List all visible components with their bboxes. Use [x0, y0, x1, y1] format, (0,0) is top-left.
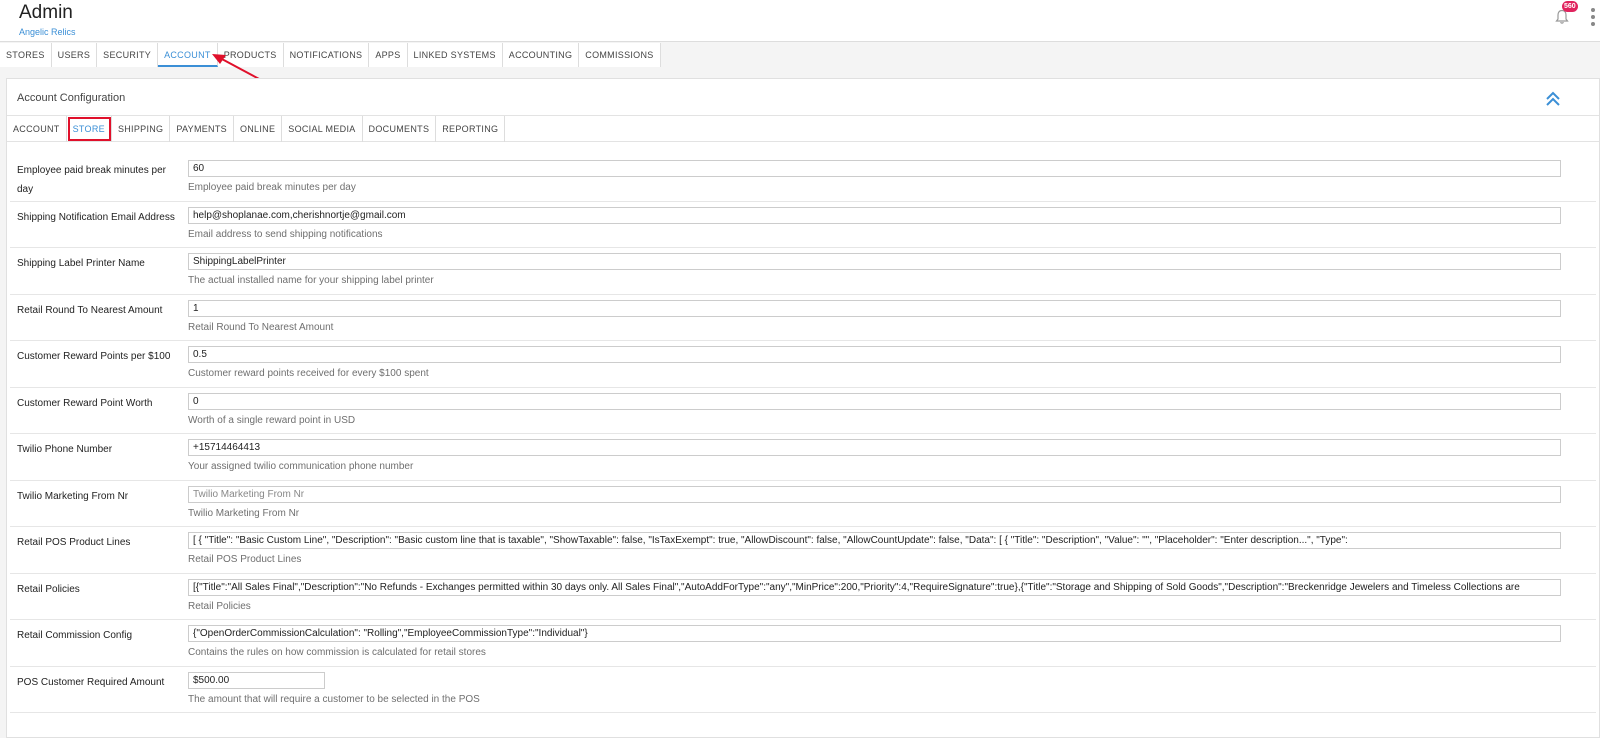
setting-row: Shipping Label Printer Name ShippingLabel… [10, 248, 1596, 295]
tab-stores[interactable]: STORES [0, 43, 52, 67]
setting-row: Shipping Notification Email Address help@… [10, 202, 1596, 248]
page-title: Admin [19, 2, 73, 23]
panel-title: Account Configuration [17, 92, 126, 104]
tab-users[interactable]: USERS [52, 43, 98, 67]
setting-label: POS Customer Required Amount [17, 676, 165, 688]
subtab-reporting[interactable]: REPORTING [436, 116, 506, 142]
setting-row: Twilio Marketing From Nr Twilio Marketing… [10, 481, 1596, 527]
tab-commissions[interactable]: COMMISSIONS [579, 43, 661, 67]
settings-list: Employee paid break minutes per day 60 Emp… [10, 155, 1596, 713]
setting-help-text: Retail Policies [188, 600, 251, 612]
subtab-store[interactable]: STORE [67, 116, 112, 142]
subtab-shipping[interactable]: SHIPPING [112, 116, 171, 142]
setting-help-text: Retail Round To Nearest Amount [188, 321, 334, 333]
employee-paid-break-minutes-per-day-input[interactable]: 60 [188, 160, 1561, 177]
setting-label: Employee paid break minutes per day [17, 165, 166, 195]
panel-header: Account Configuration [7, 79, 1599, 116]
setting-label: Retail Policies [17, 583, 80, 595]
customer-reward-point-worth-input[interactable]: 0 [188, 392, 1561, 410]
setting-help-text: Customer reward points received for ever… [188, 368, 429, 379]
subtab-documents[interactable]: DOCUMENTS [363, 116, 437, 142]
setting-row: POS Customer Required Amount $500.00 The a… [10, 667, 1596, 713]
setting-help-text: Worth of a single reward point in USD [188, 414, 356, 426]
setting-label: Shipping Label Printer Name [17, 258, 145, 269]
setting-help-text: The actual installed name for your shipp… [188, 275, 434, 286]
account-name-link[interactable]: Angelic Relics [19, 27, 76, 37]
tab-linked-systems[interactable]: LINKED SYSTEMS [408, 43, 503, 67]
setting-label: Retail Commission Config [17, 630, 133, 641]
retail-round-to-nearest-amount-input[interactable]: 1 [188, 299, 1561, 317]
main-tab-bar: STORES USERS SECURITY ACCOUNT PRODUCTS NOTIFI… [0, 43, 661, 67]
setting-row: Customer Reward Point Worth 0 Worth of a s… [10, 388, 1596, 434]
app-header: Admin Angelic Relics 560 [0, 0, 1600, 42]
setting-row: Twilio Phone Number +15714464413 Your assi… [10, 434, 1596, 481]
subtab-payments[interactable]: PAYMENTS [170, 116, 234, 142]
more-menu-icon[interactable] [1590, 8, 1596, 32]
setting-label: Customer Reward Points per $100 [17, 351, 171, 362]
setting-help-text: Retail POS Product Lines [188, 554, 302, 565]
setting-row: Customer Reward Points per $100 0.5 Custom… [10, 341, 1596, 388]
retail-pos-product-lines-input[interactable]: [ { "Title": "Basic Custom Line", "Descr… [188, 532, 1561, 549]
customer-reward-points-per-100-input[interactable]: 0.5 [188, 346, 1561, 363]
tab-security[interactable]: SECURITY [97, 43, 159, 67]
setting-help-text: Email address to send shipping notificat… [188, 228, 383, 240]
setting-help-text: The amount that will require a customer … [188, 693, 480, 705]
setting-label: Retail POS Product Lines [17, 537, 131, 548]
subtab-online[interactable]: ONLINE [234, 116, 283, 142]
tab-accounting[interactable]: ACCOUNTING [503, 43, 580, 67]
collapse-icon[interactable] [1545, 91, 1561, 107]
setting-help-text: Employee paid break minutes per day [188, 182, 356, 193]
subtab-account[interactable]: ACCOUNT [7, 116, 67, 142]
shipping-label-printer-name-input[interactable]: ShippingLabelPrinter [188, 253, 1561, 270]
twilio-phone-number-input[interactable]: +15714464413 [188, 439, 1561, 456]
tab-apps[interactable]: APPS [369, 43, 408, 67]
setting-label: Twilio Phone Number [17, 444, 113, 455]
retail-policies-input[interactable]: [{"Title":"All Sales Final","Description… [188, 578, 1561, 596]
setting-row: Retail Policies [{"Title":"All Sales Fina… [10, 574, 1596, 620]
setting-row: Retail Commission Config {"OpenOrderCommi… [10, 620, 1596, 667]
setting-help-text: Contains the rules on how commission is … [188, 647, 486, 658]
setting-label: Shipping Notification Email Address [17, 211, 175, 223]
setting-help-text: Twilio Marketing From Nr [188, 507, 300, 519]
shipping-notification-email-address-input[interactable]: help@shoplanae.com,cherishnortje@gmail.c… [188, 206, 1561, 224]
subtab-social-media[interactable]: SOCIAL MEDIA [282, 116, 363, 142]
retail-commission-config-input[interactable]: {"OpenOrderCommissionCalculation": "Roll… [188, 625, 1561, 642]
setting-label: Twilio Marketing From Nr [17, 490, 129, 502]
setting-label: Retail Round To Nearest Amount [17, 304, 163, 316]
setting-row: Employee paid break minutes per day 60 Emp… [10, 155, 1596, 202]
setting-help-text: Your assigned twilio communication phone… [188, 461, 414, 472]
twilio-marketing-from-nr-input[interactable]: Twilio Marketing From Nr [188, 485, 1561, 503]
setting-row: Retail Round To Nearest Amount 1 Retail Ro… [10, 295, 1596, 341]
notification-badge: 560 [1562, 1, 1578, 12]
sub-tab-bar: ACCOUNT STORE SHIPPING PAYMENTS ONLINE SOCIAL… [7, 116, 1599, 142]
setting-label: Customer Reward Point Worth [17, 397, 153, 409]
pos-customer-required-amount-input[interactable]: $500.00 [188, 671, 325, 689]
setting-row: Retail POS Product Lines [ { "Title": "Ba… [10, 527, 1596, 574]
